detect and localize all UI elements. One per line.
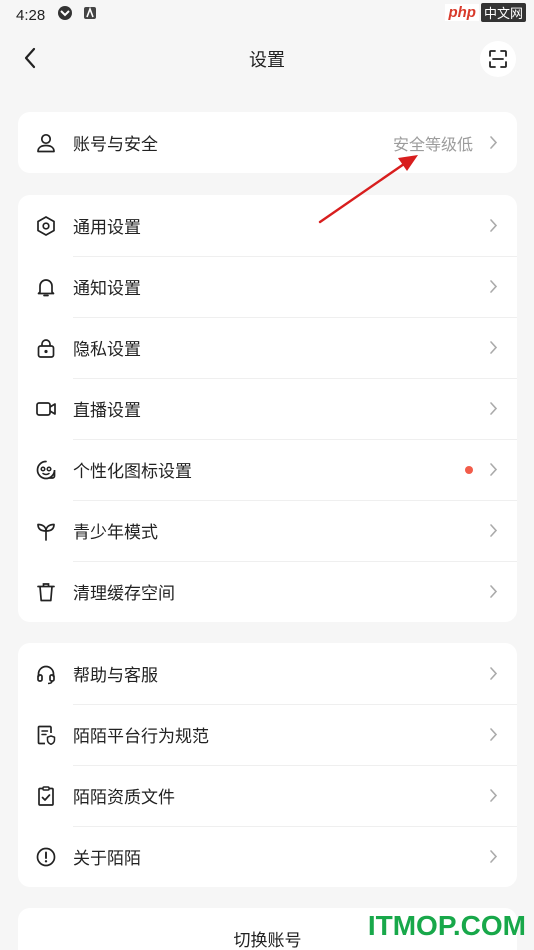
teen-mode-row[interactable]: 青少年模式 <box>18 500 517 561</box>
header: 设置 <box>0 30 534 88</box>
general-settings-row[interactable]: 通用设置 <box>18 195 517 256</box>
teen-mode-label: 青少年模式 <box>73 523 158 543</box>
chevron-right-icon <box>487 584 499 600</box>
chevron-right-icon <box>487 523 499 539</box>
face-icon <box>34 458 58 482</box>
qualification-files-label: 陌陌资质文件 <box>73 788 175 808</box>
account-security-label: 账号与安全 <box>73 135 158 155</box>
status-time: 4:28 <box>16 6 46 24</box>
php-watermark-text: 中文网 <box>480 2 526 22</box>
php-logo: php <box>445 3 479 21</box>
chevron-right-icon <box>487 849 499 865</box>
document-shield-icon <box>34 723 58 747</box>
notification-settings-row[interactable]: 通知设置 <box>18 256 517 317</box>
account-security-row[interactable]: 账号与安全 安全等级低 <box>18 112 517 173</box>
chevron-right-icon <box>487 279 499 295</box>
scan-button[interactable] <box>480 41 516 77</box>
help-service-label: 帮助与客服 <box>73 666 158 686</box>
account-card: 账号与安全 安全等级低 <box>18 112 517 173</box>
chevron-right-icon <box>487 135 499 151</box>
chevron-right-icon <box>487 788 499 804</box>
notification-settings-label: 通知设置 <box>73 279 141 299</box>
chevron-right-icon <box>487 666 499 682</box>
chevron-right-icon <box>487 218 499 234</box>
platform-rules-row[interactable]: 陌陌平台行为规范 <box>18 704 517 765</box>
sprout-icon <box>34 519 58 543</box>
general-settings-card: 通用设置 通知设置 隐私设置 直播设置 个性化图标设置 青少年模式 清理缓存空间 <box>18 195 517 622</box>
trash-icon <box>34 580 58 604</box>
itmop-watermark: ITMOP.COM <box>367 910 526 941</box>
chevron-right-icon <box>487 401 499 417</box>
info-circle-icon <box>34 845 58 869</box>
about-label: 关于陌陌 <box>73 849 141 869</box>
clear-cache-row[interactable]: 清理缓存空间 <box>18 561 517 622</box>
lock-icon <box>34 336 58 360</box>
privacy-settings-label: 隐私设置 <box>73 340 141 360</box>
page-title: 设置 <box>249 50 285 71</box>
switch-account-label: 切换账号 <box>233 931 302 950</box>
general-settings-label: 通用设置 <box>73 218 141 238</box>
chevron-right-icon <box>487 340 499 356</box>
icon-personalize-row[interactable]: 个性化图标设置 <box>18 439 517 500</box>
chevron-right-icon <box>487 462 499 478</box>
vpn-icon <box>57 5 73 25</box>
chevron-left-icon <box>24 47 36 69</box>
qualification-files-row[interactable]: 陌陌资质文件 <box>18 765 517 826</box>
back-button[interactable] <box>14 42 46 74</box>
clear-cache-label: 清理缓存空间 <box>73 584 175 604</box>
live-settings-row[interactable]: 直播设置 <box>18 378 517 439</box>
icon-personalize-label: 个性化图标设置 <box>73 462 192 482</box>
bell-icon <box>34 275 58 299</box>
chevron-right-icon <box>487 727 499 743</box>
user-icon <box>34 131 58 155</box>
new-badge-dot <box>465 465 473 474</box>
privacy-settings-row[interactable]: 隐私设置 <box>18 317 517 378</box>
scan-icon <box>489 50 507 68</box>
platform-rules-label: 陌陌平台行为规范 <box>73 727 209 747</box>
about-row[interactable]: 关于陌陌 <box>18 826 517 887</box>
hexagon-settings-icon <box>34 214 58 238</box>
live-settings-label: 直播设置 <box>73 401 141 421</box>
app-notification-icon <box>83 6 97 24</box>
security-level-value: 安全等级低 <box>392 134 473 154</box>
clipboard-check-icon <box>34 784 58 808</box>
video-camera-icon <box>34 397 58 421</box>
php-watermark: php 中文网 <box>445 0 526 24</box>
headset-icon <box>34 662 58 686</box>
help-card: 帮助与客服 陌陌平台行为规范 陌陌资质文件 关于陌陌 <box>18 643 517 887</box>
help-service-row[interactable]: 帮助与客服 <box>18 643 517 704</box>
